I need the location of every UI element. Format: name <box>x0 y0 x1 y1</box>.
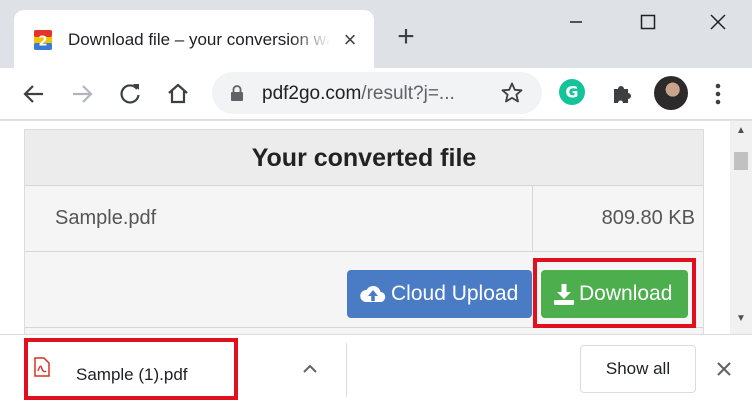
pdf2go-favicon-icon: 2 <box>34 30 52 50</box>
download-item-highlight <box>24 338 238 400</box>
file-row: Sample.pdf 809.80 KB <box>25 186 703 252</box>
maximize-icon[interactable] <box>636 10 660 34</box>
chevron-up-icon[interactable] <box>300 359 320 379</box>
tab-title: Download file – your conversion was succ… <box>68 30 330 49</box>
shelf-divider <box>346 343 347 397</box>
scroll-down-icon[interactable]: ▼ <box>730 313 752 327</box>
forward-icon[interactable] <box>68 80 96 108</box>
bookmark-star-icon[interactable] <box>500 81 524 105</box>
cloud-upload-icon <box>360 285 386 303</box>
address-bar[interactable]: pdf2go.com/result?j=... <box>212 72 542 114</box>
grammarly-letter: G <box>565 83 578 102</box>
tab-close-icon[interactable]: × <box>338 28 362 52</box>
page-viewport: Your converted file Sample.pdf 809.80 KB… <box>0 121 730 334</box>
browser-tab[interactable]: 2 Download file – your conversion was su… <box>14 10 374 68</box>
back-icon[interactable] <box>20 80 48 108</box>
converted-file-panel: Your converted file Sample.pdf 809.80 KB… <box>24 129 704 334</box>
lock-icon[interactable] <box>230 85 244 101</box>
favicon-glyph: 2 <box>38 35 47 50</box>
browser-toolbar: pdf2go.com/result?j=... G <box>0 68 752 120</box>
window-close-icon[interactable] <box>706 10 730 34</box>
page-scrollbar[interactable]: ▲ ▼ <box>730 121 752 334</box>
menu-kebab-icon[interactable] <box>704 80 732 108</box>
download-shelf: Sample (1).pdf Show all <box>0 334 752 405</box>
extensions-puzzle-icon[interactable] <box>608 80 636 108</box>
cloud-upload-button[interactable]: Cloud Upload <box>347 270 532 318</box>
file-size: 809.80 KB <box>601 207 695 229</box>
home-icon[interactable] <box>164 80 192 108</box>
url-domain: pdf2go.com <box>262 83 362 104</box>
download-button-highlight <box>533 258 696 328</box>
cloud-upload-label: Cloud Upload <box>391 282 519 305</box>
file-name: Sample.pdf <box>55 207 157 229</box>
reload-icon[interactable] <box>116 80 144 108</box>
file-row-divider <box>532 186 533 252</box>
show-all-button[interactable]: Show all <box>580 345 696 393</box>
scroll-thumb[interactable] <box>734 152 748 170</box>
panel-title: Your converted file <box>251 144 477 172</box>
grammarly-extension-icon[interactable]: G <box>558 78 586 106</box>
new-tab-icon[interactable]: + <box>392 22 420 52</box>
close-shelf-icon[interactable] <box>712 357 736 381</box>
profile-avatar[interactable] <box>654 76 688 110</box>
minimize-icon[interactable] <box>564 10 588 34</box>
scroll-up-icon[interactable]: ▲ <box>730 125 752 139</box>
url-text: pdf2go.com/result?j=... <box>262 83 455 105</box>
tab-strip: 2 Download file – your conversion was su… <box>0 0 752 68</box>
url-path: /result?j=... <box>361 83 455 104</box>
panel-header: Your converted file <box>25 130 703 186</box>
